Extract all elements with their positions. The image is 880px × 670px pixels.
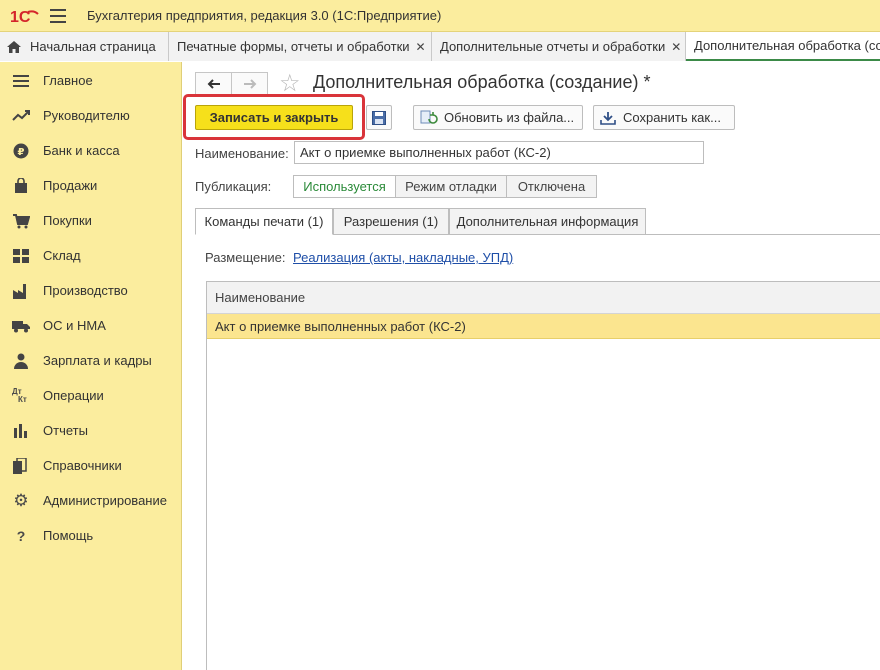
question-icon: ? xyxy=(16,527,26,544)
sidebar-item-label: Склад xyxy=(43,248,81,263)
factory-icon xyxy=(12,282,30,300)
sidebar-item-salary[interactable]: Зарплата и кадры xyxy=(0,343,182,378)
svg-text:₽: ₽ xyxy=(18,147,25,158)
arrow-left-icon xyxy=(207,79,220,89)
tab-label: Дополнительные отчеты и обработки xyxy=(440,39,666,54)
sidebar-item-label: Помощь xyxy=(43,528,94,543)
form-title: Дополнительная обработка (создание) * xyxy=(313,72,651,92)
sidebar-item-label: Операции xyxy=(43,388,104,403)
close-icon[interactable]: ✕ xyxy=(416,40,426,54)
refresh-label: Обновить из файла... xyxy=(444,110,575,125)
forward-button[interactable] xyxy=(231,72,268,96)
trend-icon xyxy=(12,107,30,125)
title-bar: 1С Бухгалтерия предприятия, редакция 3.0… xyxy=(0,0,880,32)
download-icon xyxy=(600,111,616,125)
table-row[interactable]: Акт о приемке выполненных работ (КС-2) xyxy=(207,314,880,339)
publication-option-debug[interactable]: Режим отладки xyxy=(395,175,507,198)
tab-print-commands[interactable]: Команды печати (1) xyxy=(195,208,333,235)
sidebar-item-reports[interactable]: Отчеты xyxy=(0,413,182,448)
name-label: Наименование: xyxy=(195,146,289,161)
tab-additional-processing[interactable]: Дополнительная обработка (со xyxy=(686,32,880,61)
save-as-label: Сохранить как... xyxy=(623,110,721,125)
books-icon xyxy=(12,457,30,475)
gear-icon: ⚙ xyxy=(13,490,29,510)
tab-label: Начальная страница xyxy=(30,39,156,54)
placement-link[interactable]: Реализация (акты, накладные, УПД) xyxy=(293,250,513,265)
publication-label: Публикация: xyxy=(195,179,272,194)
sidebar-item-production[interactable]: Производство xyxy=(0,273,182,308)
refresh-file-icon xyxy=(420,110,438,124)
back-button[interactable] xyxy=(195,72,232,96)
save-and-close-button[interactable]: Записать и закрыть xyxy=(195,105,353,130)
sidebar-item-label: Администрирование xyxy=(43,493,167,508)
sidebar-item-label: Главное xyxy=(43,73,93,88)
app-title: Бухгалтерия предприятия, редакция 3.0 (1… xyxy=(87,8,442,23)
save-button[interactable] xyxy=(366,105,392,130)
publication-option-disabled[interactable]: Отключена xyxy=(506,175,597,198)
sidebar-item-sales[interactable]: Продажи xyxy=(0,168,182,203)
sidebar-item-help[interactable]: ? Помощь xyxy=(0,518,182,553)
close-icon[interactable]: ✕ xyxy=(671,40,681,54)
tab-additional-reports[interactable]: Дополнительные отчеты и обработки ✕ xyxy=(432,32,686,61)
sidebar-item-label: Зарплата и кадры xyxy=(43,353,152,368)
tab-print-forms[interactable]: Печатные формы, отчеты и обработки ✕ xyxy=(169,32,432,61)
sidebar-item-operations[interactable]: Дт Кт Операции xyxy=(0,378,182,413)
warehouse-icon xyxy=(12,247,30,265)
sidebar-item-label: Руководителю xyxy=(43,108,130,123)
tab-bar: Начальная страница Печатные формы, отчет… xyxy=(0,32,880,61)
print-commands-table: Наименование Акт о приемке выполненных р… xyxy=(206,281,880,670)
svg-text:1С: 1С xyxy=(10,9,31,26)
sidebar-item-label: Продажи xyxy=(43,178,98,193)
sidebar-item-warehouse[interactable]: Склад xyxy=(0,238,182,273)
sidebar-item-manager[interactable]: Руководителю xyxy=(0,98,182,133)
ruble-icon: ₽ xyxy=(12,142,30,160)
form-area: ☆ Дополнительная обработка (создание) * … xyxy=(183,62,880,670)
tab-home[interactable]: Начальная страница xyxy=(0,32,169,61)
sidebar-item-main[interactable]: Главное xyxy=(0,63,182,98)
publication-option-used[interactable]: Используется xyxy=(293,175,396,198)
bag-icon xyxy=(12,177,30,195)
cart-icon xyxy=(12,212,30,230)
name-input[interactable] xyxy=(294,141,704,164)
refresh-from-file-button[interactable]: Обновить из файла... xyxy=(413,105,583,130)
sidebar-item-purchases[interactable]: Покупки xyxy=(0,203,182,238)
placement-label: Размещение: xyxy=(205,250,286,265)
bar-chart-icon xyxy=(12,422,30,440)
truck-icon xyxy=(12,317,30,335)
dt-kt-icon: Дт Кт xyxy=(12,386,27,404)
home-icon xyxy=(7,40,21,53)
main-menu-icon[interactable] xyxy=(50,9,66,23)
tab-label: Печатные формы, отчеты и обработки xyxy=(177,39,410,54)
1c-logo[interactable]: 1С xyxy=(10,6,40,26)
sidebar-item-fixed-assets[interactable]: ОС и НМА xyxy=(0,308,182,343)
sidebar-item-administration[interactable]: ⚙ Администрирование xyxy=(0,483,182,518)
save-as-button[interactable]: Сохранить как... xyxy=(593,105,735,130)
sidebar-item-label: Покупки xyxy=(43,213,92,228)
list-icon xyxy=(12,72,30,90)
sidebar: Главное Руководителю ₽ Банк и касса Прод… xyxy=(0,62,182,670)
table-header-name[interactable]: Наименование xyxy=(207,282,880,314)
tab-additional-info[interactable]: Дополнительная информация xyxy=(449,208,646,235)
sidebar-item-label: Банк и касса xyxy=(43,143,120,158)
person-icon xyxy=(12,352,30,370)
tab-label: Дополнительная обработка (со xyxy=(694,38,880,53)
tab-permissions[interactable]: Разрешения (1) xyxy=(333,208,449,235)
floppy-disk-icon xyxy=(372,110,386,125)
sidebar-item-bank[interactable]: ₽ Банк и касса xyxy=(0,133,182,168)
sidebar-item-directories[interactable]: Справочники xyxy=(0,448,182,483)
sidebar-item-label: Производство xyxy=(43,283,128,298)
sidebar-item-label: Справочники xyxy=(43,458,122,473)
arrow-right-icon xyxy=(243,79,256,89)
sidebar-item-label: Отчеты xyxy=(43,423,88,438)
sidebar-item-label: ОС и НМА xyxy=(43,318,106,333)
